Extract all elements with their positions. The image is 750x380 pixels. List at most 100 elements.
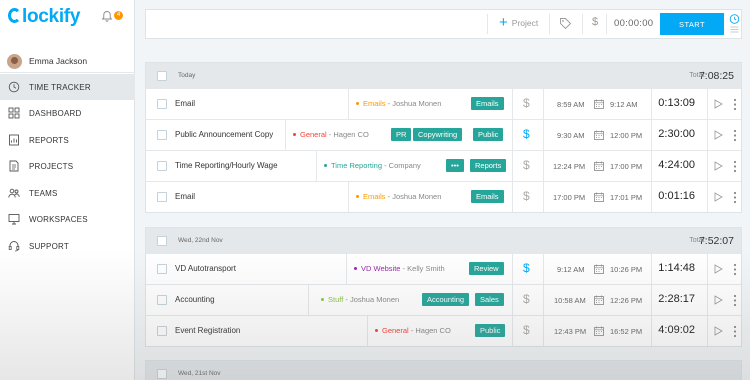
- start-button[interactable]: START: [660, 13, 724, 35]
- entry-description[interactable]: Time Reporting/Hourly Wage: [175, 161, 278, 170]
- play-icon[interactable]: [714, 326, 723, 336]
- description-input[interactable]: [146, 10, 486, 38]
- entry-duration[interactable]: 1:14:48: [658, 262, 695, 274]
- tag-chip[interactable]: Public: [475, 324, 506, 337]
- billable-dollar-icon[interactable]: $: [523, 323, 530, 337]
- billable-dollar-icon[interactable]: $: [523, 127, 530, 141]
- sidebar-item-projects[interactable]: PROJECTS: [0, 153, 135, 179]
- entry-description[interactable]: Event Registration: [175, 326, 240, 335]
- entry-description[interactable]: Public Announcement Copy: [175, 130, 273, 139]
- entry-project[interactable]: General - Hagen CO: [375, 326, 451, 335]
- sidebar-item-support[interactable]: SUPPORT: [0, 233, 135, 259]
- tag-chip[interactable]: Emails: [471, 190, 504, 203]
- entry-duration[interactable]: 4:09:02: [658, 324, 695, 336]
- entry-end-time[interactable]: 12:26 PM: [610, 296, 642, 305]
- play-icon[interactable]: [714, 295, 723, 305]
- tag-chip[interactable]: Emails: [471, 97, 504, 110]
- billable-dollar-icon[interactable]: $: [523, 292, 530, 306]
- entry-project[interactable]: Time Reporting - Company: [324, 161, 421, 170]
- entry-checkbox[interactable]: [157, 99, 167, 109]
- play-icon[interactable]: [714, 264, 723, 274]
- project-picker[interactable]: + Project: [499, 15, 538, 30]
- entry-checkbox[interactable]: [157, 264, 167, 274]
- tag-chip[interactable]: PR: [391, 128, 412, 141]
- group-checkbox[interactable]: [157, 70, 167, 81]
- calendar-icon[interactable]: [594, 326, 604, 336]
- entry-duration[interactable]: 2:28:17: [658, 293, 695, 305]
- tag-icon[interactable]: [559, 17, 572, 30]
- entry-project[interactable]: Emails - Joshua Monen: [356, 99, 441, 108]
- entry-description[interactable]: VD Autotransport: [175, 264, 236, 273]
- sidebar-item-time-tracker[interactable]: TIME TRACKER: [0, 74, 135, 100]
- billable-dollar-icon[interactable]: $: [592, 16, 598, 28]
- entry-duration[interactable]: 4:24:00: [658, 159, 695, 171]
- entry-start-time[interactable]: 8:59 AM: [557, 100, 585, 109]
- bell-icon[interactable]: [101, 10, 113, 22]
- entry-end-time[interactable]: 10:26 PM: [610, 265, 642, 274]
- tag-chip[interactable]: Accounting: [422, 293, 470, 306]
- entry-start-time[interactable]: 9:12 AM: [557, 265, 585, 274]
- tag-chip[interactable]: Sales: [475, 293, 504, 306]
- sidebar-item-reports[interactable]: REPORTS: [0, 127, 135, 153]
- entry-description[interactable]: Email: [175, 192, 195, 201]
- entry-checkbox[interactable]: [157, 295, 167, 305]
- entry-end-time[interactable]: 17:01 PM: [610, 193, 642, 202]
- user-profile[interactable]: Emma Jackson: [0, 50, 135, 72]
- play-icon[interactable]: [714, 99, 723, 109]
- entry-start-time[interactable]: 12:43 PM: [554, 327, 586, 336]
- entry-end-time[interactable]: 12:00 PM: [610, 131, 642, 140]
- entry-end-time[interactable]: 16:52 PM: [610, 327, 642, 336]
- timer-mode-toggle-icon[interactable]: [729, 14, 740, 36]
- calendar-icon[interactable]: [594, 161, 604, 171]
- more-options-icon[interactable]: [733, 98, 737, 111]
- billable-dollar-icon[interactable]: $: [523, 261, 530, 275]
- tag-more-chip[interactable]: •••: [446, 159, 464, 172]
- tag-chip[interactable]: Reports: [470, 159, 507, 172]
- entry-checkbox[interactable]: [157, 326, 167, 336]
- billable-dollar-icon[interactable]: $: [523, 189, 530, 203]
- sidebar-item-teams[interactable]: TEAMS: [0, 180, 135, 206]
- calendar-icon[interactable]: [594, 99, 604, 109]
- sidebar-item-dashboard[interactable]: DASHBOARD: [0, 100, 135, 126]
- calendar-icon[interactable]: [594, 130, 604, 140]
- entry-checkbox[interactable]: [157, 130, 167, 140]
- calendar-icon[interactable]: [594, 295, 604, 305]
- entry-project[interactable]: General - Hagen CO: [293, 130, 369, 139]
- play-icon[interactable]: [714, 130, 723, 140]
- calendar-icon[interactable]: [594, 192, 604, 202]
- entry-end-time[interactable]: 9:12 AM: [610, 100, 638, 109]
- more-options-icon[interactable]: [733, 263, 737, 276]
- entry-checkbox[interactable]: [157, 161, 167, 171]
- entry-duration[interactable]: 0:01:16: [658, 190, 695, 202]
- more-options-icon[interactable]: [733, 129, 737, 142]
- entry-duration[interactable]: 2:30:00: [658, 128, 695, 140]
- entry-project[interactable]: Emails - Joshua Monen: [356, 192, 441, 201]
- play-icon[interactable]: [714, 161, 723, 171]
- entry-checkbox[interactable]: [157, 192, 167, 202]
- calendar-icon[interactable]: [594, 264, 604, 274]
- entry-start-time[interactable]: 9:30 AM: [557, 131, 585, 140]
- billable-dollar-icon[interactable]: $: [523, 96, 530, 110]
- clockify-logo[interactable]: lockify: [8, 6, 80, 28]
- billable-dollar-icon[interactable]: $: [523, 158, 530, 172]
- entry-project[interactable]: Stuff - Joshua Monen: [321, 295, 399, 304]
- more-options-icon[interactable]: [733, 160, 737, 173]
- entry-end-time[interactable]: 17:00 PM: [610, 162, 642, 171]
- tag-chip[interactable]: Public: [473, 128, 504, 141]
- entry-duration[interactable]: 0:13:09: [658, 97, 695, 109]
- more-options-icon[interactable]: [733, 294, 737, 307]
- play-icon[interactable]: [714, 192, 723, 202]
- entry-description[interactable]: Accounting: [175, 295, 215, 304]
- more-options-icon[interactable]: [733, 191, 737, 204]
- tag-chip[interactable]: Review: [469, 262, 504, 275]
- more-options-icon[interactable]: [733, 325, 737, 338]
- tag-chip[interactable]: Copywriting: [413, 128, 463, 141]
- entry-project[interactable]: VD Website - Kelly Smith: [354, 264, 445, 273]
- group-checkbox[interactable]: [157, 368, 167, 379]
- sidebar-item-workspaces[interactable]: WORKSPACES: [0, 206, 135, 232]
- group-checkbox[interactable]: [157, 235, 167, 246]
- entry-start-time[interactable]: 17:00 PM: [553, 193, 585, 202]
- entry-start-time[interactable]: 12:24 PM: [553, 162, 585, 171]
- entry-start-time[interactable]: 10:58 AM: [554, 296, 586, 305]
- entry-description[interactable]: Email: [175, 99, 195, 108]
